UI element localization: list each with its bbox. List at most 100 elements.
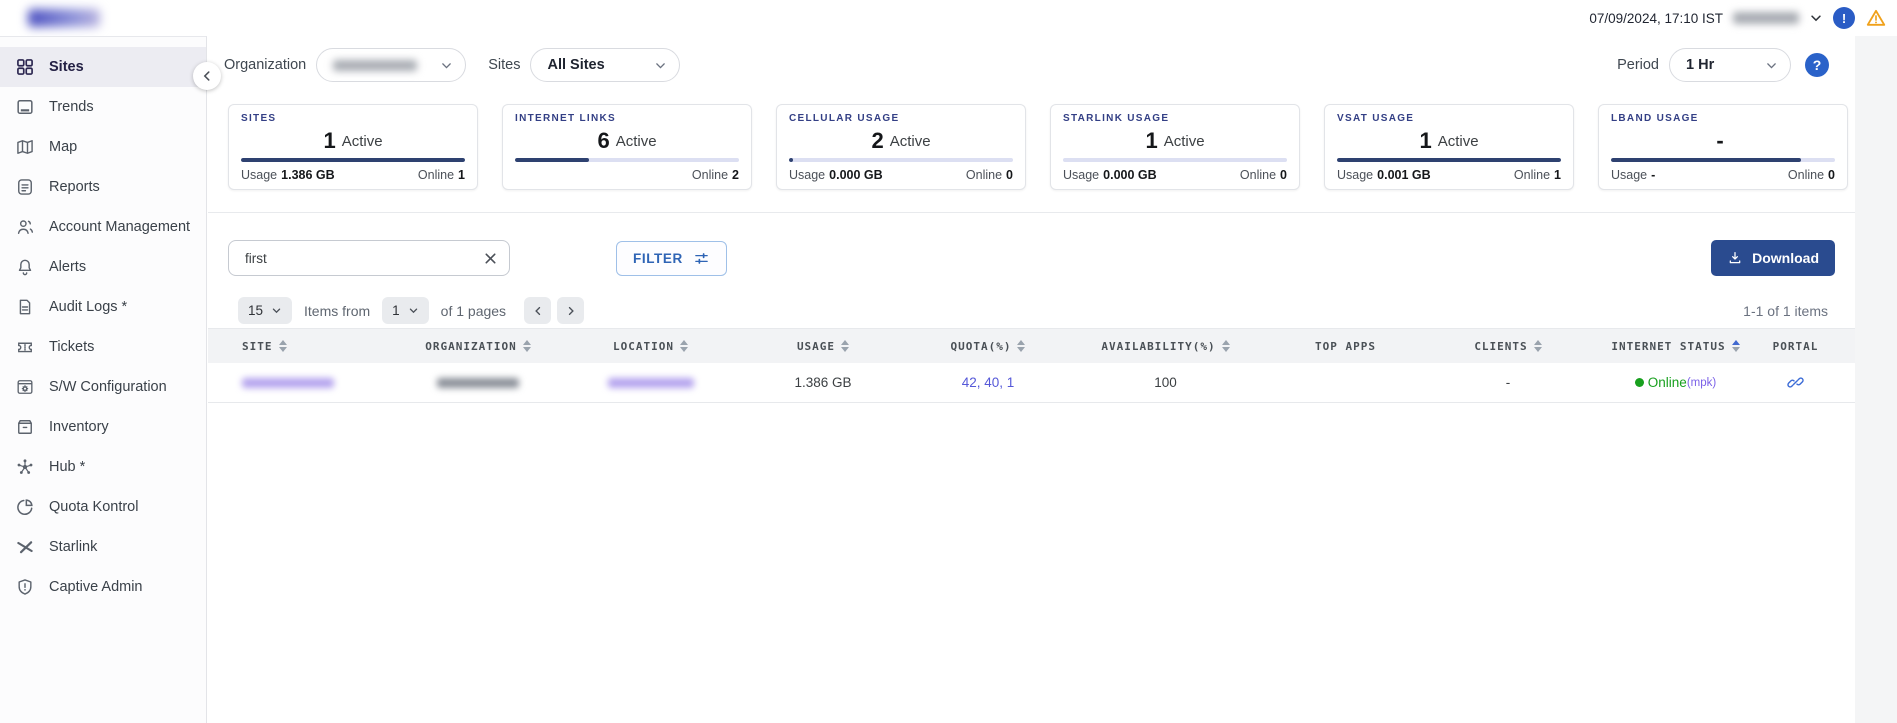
sidebar-item-captive-admin[interactable]: Captive Admin: [0, 567, 206, 607]
organization-cell: [437, 378, 519, 388]
sort-arrows-icon[interactable]: [1017, 340, 1025, 352]
stat-card-usage: [515, 168, 519, 182]
usage-cell: 1.386 GB: [738, 375, 908, 390]
stat-card: STARLINK USAGE 1 Active Usage0.000 GB On…: [1050, 104, 1300, 190]
sort-arrows-icon[interactable]: [680, 340, 688, 352]
column-header-site[interactable]: SITE: [228, 340, 393, 353]
chevron-down-icon[interactable]: [1809, 11, 1823, 25]
datetime-label: 07/09/2024, 17:10 IST: [1589, 11, 1723, 26]
sort-arrows-icon[interactable]: [1222, 340, 1230, 352]
sidebar-item-label: Sites: [49, 59, 84, 75]
column-header-clients[interactable]: CLIENTS: [1428, 340, 1588, 353]
organization-select[interactable]: [316, 48, 466, 82]
sites-value: All Sites: [547, 57, 604, 73]
sort-arrows-icon[interactable]: [1534, 340, 1542, 352]
column-header-label: QUOTA(%): [951, 340, 1012, 353]
chevron-down-icon: [1765, 59, 1778, 72]
chevron-down-icon: [654, 59, 667, 72]
sidebar-item-label: Map: [49, 139, 77, 155]
sidebar-collapse-button[interactable]: [193, 62, 221, 90]
column-header-label: AVAILABILITY(%): [1101, 340, 1215, 353]
sidebar-item-tickets[interactable]: Tickets: [0, 327, 206, 367]
download-button[interactable]: Download: [1711, 240, 1835, 276]
stat-card-active-label: Active: [1164, 133, 1205, 150]
page-size-select[interactable]: 15: [238, 297, 292, 324]
column-header-label: SITE: [242, 340, 273, 353]
previous-page-button[interactable]: [524, 297, 551, 324]
column-header-availability[interactable]: AVAILABILITY(%): [1068, 340, 1263, 353]
column-header-internet-status[interactable]: INTERNET STATUS: [1588, 340, 1763, 353]
sidebar-item-label: Inventory: [49, 419, 109, 435]
quota-link[interactable]: 42, 40, 1: [962, 375, 1015, 390]
stat-card-progress-fill: [515, 158, 589, 162]
sidebar-item-quota-kontrol[interactable]: Quota Kontrol: [0, 487, 206, 527]
top-bar: 07/09/2024, 17:10 IST !: [0, 0, 1897, 36]
tune-icon: [693, 250, 710, 267]
sort-arrows-icon[interactable]: [841, 340, 849, 352]
portal-link-icon[interactable]: [1787, 374, 1804, 391]
sidebar-item-starlink[interactable]: Starlink: [0, 527, 206, 567]
next-page-button[interactable]: [557, 297, 584, 324]
sidebar-item-reports[interactable]: Reports: [0, 167, 206, 207]
sidebar-item-label: Captive Admin: [49, 579, 143, 595]
internet-status-detail: (mpk): [1687, 377, 1716, 389]
column-header-location[interactable]: LOCATION: [563, 340, 738, 353]
column-header-organization[interactable]: ORGANIZATION: [393, 340, 563, 353]
site-link[interactable]: [242, 378, 334, 388]
sidebar-item-label: Trends: [49, 99, 94, 115]
sidebar-item-label: S/W Configuration: [49, 379, 167, 395]
page-size-value: 15: [248, 303, 263, 318]
sidebar-item-map[interactable]: Map: [0, 127, 206, 167]
sort-arrows-icon[interactable]: [523, 340, 531, 352]
stat-card-title: STARLINK USAGE: [1063, 113, 1287, 124]
monitor-icon: [15, 97, 35, 117]
page-select[interactable]: 1: [382, 297, 429, 324]
sites-select[interactable]: All Sites: [530, 48, 680, 82]
help-button[interactable]: ?: [1805, 53, 1829, 77]
map-icon: [15, 137, 35, 157]
column-header-quota[interactable]: QUOTA(%): [908, 340, 1068, 353]
filter-button[interactable]: FILTER: [616, 241, 727, 276]
sidebar-item-audit-logs[interactable]: Audit Logs *: [0, 287, 206, 327]
stat-card-progress-bar: [1337, 158, 1561, 162]
stat-card-progress-fill: [1611, 158, 1801, 162]
search-input[interactable]: [228, 240, 510, 276]
sidebar-item-sites[interactable]: Sites: [0, 47, 206, 87]
stat-cards-row: SITES 1 Active Usage1.386 GB Online1 INT…: [208, 94, 1855, 213]
sidebar-item-account-management[interactable]: Account Management: [0, 207, 206, 247]
sort-arrows-icon[interactable]: [1732, 340, 1740, 352]
hub-icon: [15, 457, 35, 477]
sort-arrows-icon[interactable]: [279, 340, 287, 352]
sidebar-item-hub[interactable]: Hub *: [0, 447, 206, 487]
period-label: Period: [1617, 57, 1659, 73]
user-menu-label[interactable]: [1733, 12, 1799, 24]
warning-triangle-icon[interactable]: [1865, 7, 1887, 29]
download-icon: [1727, 250, 1743, 266]
location-link[interactable]: [608, 378, 694, 388]
stat-card-value: 2: [871, 128, 883, 154]
period-select[interactable]: 1 Hr: [1669, 48, 1791, 82]
sidebar-item-trends[interactable]: Trends: [0, 87, 206, 127]
sidebar-item-s-w-configuration[interactable]: S/W Configuration: [0, 367, 206, 407]
stat-card-value: 1: [1419, 128, 1431, 154]
stat-card-value: 6: [597, 128, 609, 154]
sidebar-item-label: Starlink: [49, 539, 97, 555]
column-header-usage[interactable]: USAGE: [738, 340, 908, 353]
internet-status-text: Online: [1648, 375, 1687, 390]
notification-badge-icon[interactable]: !: [1833, 7, 1855, 29]
organization-label: Organization: [224, 57, 306, 73]
stat-card-progress-bar: [241, 158, 465, 162]
stat-card-online: Online0: [1240, 168, 1287, 182]
column-header-label: LOCATION: [613, 340, 674, 353]
stat-card-title: VSAT USAGE: [1337, 113, 1561, 124]
clear-search-icon[interactable]: [480, 248, 500, 268]
pie-icon: [15, 497, 35, 517]
stat-card-online: Online0: [966, 168, 1013, 182]
stat-card-progress-bar: [1063, 158, 1287, 162]
sidebar-item-inventory[interactable]: Inventory: [0, 407, 206, 447]
table-row: 1.386 GB 42, 40, 1 100 - Online (mpk): [208, 363, 1855, 403]
ticket-icon: [15, 337, 35, 357]
clients-cell: -: [1428, 375, 1588, 390]
download-button-label: Download: [1752, 250, 1819, 266]
sidebar-item-alerts[interactable]: Alerts: [0, 247, 206, 287]
